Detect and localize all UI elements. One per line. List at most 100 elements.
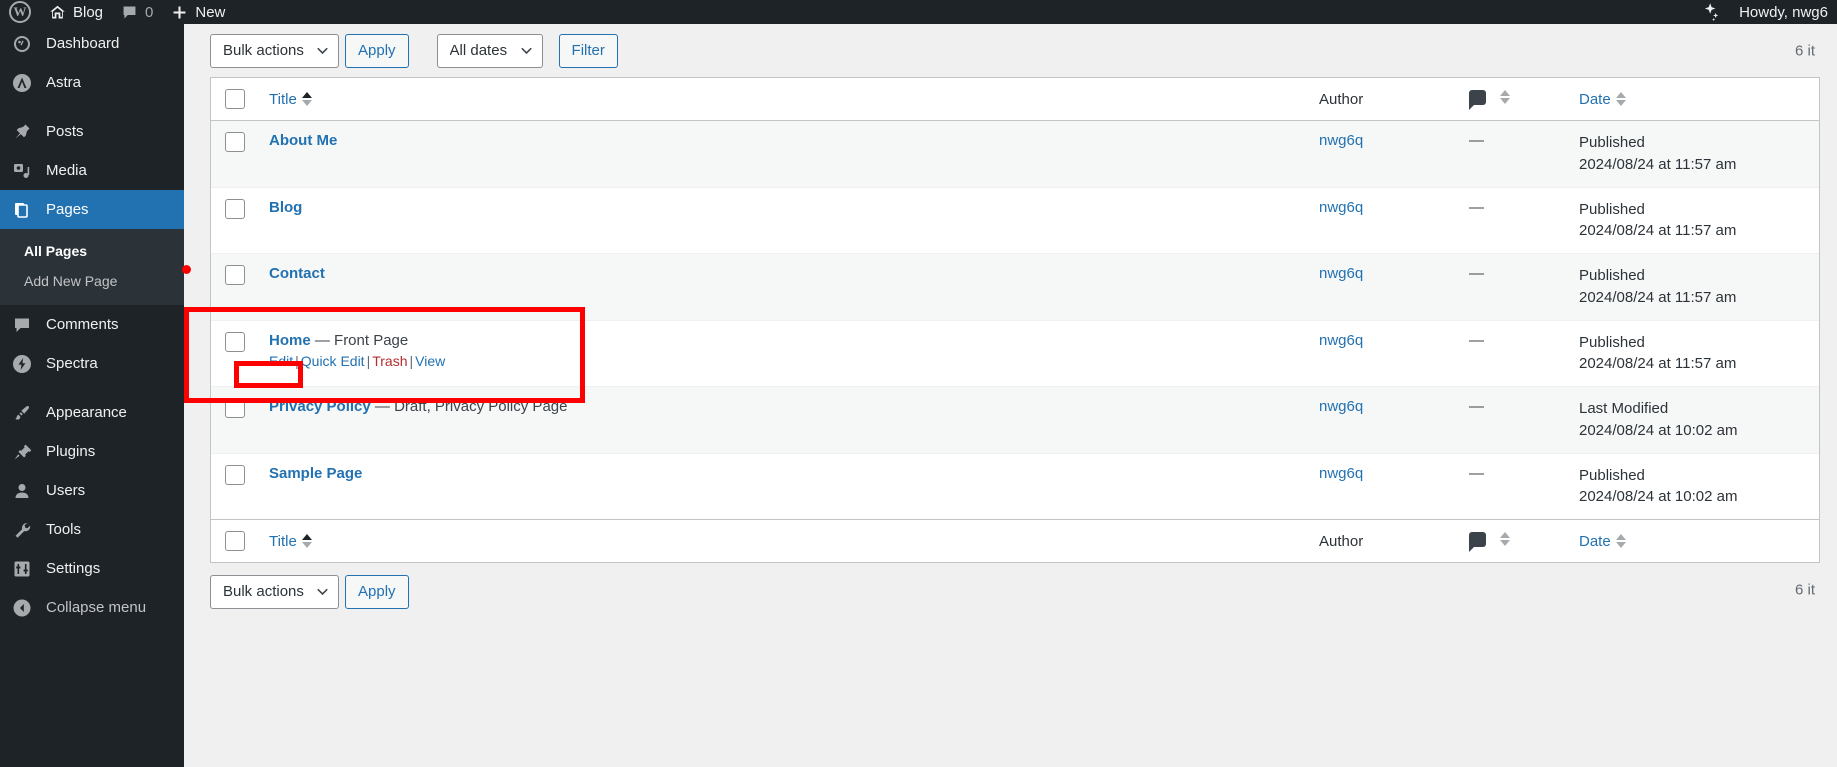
sidebar-item-label: Spectra [46,355,98,372]
row-select-checkbox[interactable] [225,265,245,285]
apply-button-bottom[interactable]: Apply [345,574,409,609]
sidebar-item-appearance[interactable]: Appearance [0,393,184,432]
sort-by-comments-link[interactable] [1469,89,1510,110]
row-select-checkbox[interactable] [225,398,245,418]
comments-count: — [1469,464,1484,482]
quick-edit-link[interactable]: Quick Edit [301,353,365,369]
sidebar-item-plugins[interactable]: Plugins [0,432,184,471]
sidebar-item-dashboard[interactable]: Dashboard [0,24,184,63]
select-all-footer [211,519,259,562]
date-status: Published [1579,200,1645,218]
view-link[interactable]: View [415,353,445,369]
row-select-checkbox[interactable] [225,198,245,219]
sidebar-item-comments[interactable]: Comments [0,305,184,344]
my-account-menu[interactable]: Howdy, nwg6 [1730,0,1837,24]
site-name-menu[interactable]: Blog [40,0,112,24]
sidebar-item-spectra[interactable]: Spectra [0,344,184,383]
new-label: New [195,3,226,21]
bulk-actions-select-wrap-top: Bulk actions [210,33,339,68]
page-title-link[interactable]: Contact [269,265,325,282]
sidebar-subitem-add-new-page[interactable]: Add New Page [0,266,184,296]
row-checkbox-cell [211,121,259,187]
filter-button[interactable]: Filter [558,33,618,68]
row-date-cell: Published 2024/08/24 at 10:02 am [1569,452,1819,520]
sidebar-item-settings[interactable]: Settings [0,549,184,588]
sort-indicator-icon [1615,534,1626,548]
page-title-link[interactable]: Privacy Policy [269,398,371,415]
author-link[interactable]: nwg6q [1319,199,1363,216]
sidebar-item-label: Tools [46,521,82,538]
author-link[interactable]: nwg6q [1319,332,1363,349]
page-state-label: — Front Page [314,331,409,349]
row-comments-cell: — [1459,319,1569,387]
action-separator: | [409,352,414,369]
author-link[interactable]: nwg6q [1319,465,1363,482]
sort-by-title-link-bottom[interactable]: Title [269,533,312,550]
apply-button-top[interactable]: Apply [345,33,409,68]
sidebar-item-tools[interactable]: Tools [0,510,184,549]
select-all-header [211,78,259,121]
table-row: Sample Page nwg6q — Published 2024/08/24… [211,452,1819,520]
sidebar-item-pages[interactable]: Pages [0,190,192,229]
page-title-link[interactable]: Sample Page [269,465,362,482]
new-content-menu[interactable]: New [162,0,234,24]
date-column-label: Date [1579,90,1611,108]
author-link[interactable]: nwg6q [1319,265,1363,282]
page-title-link[interactable]: Home [269,332,311,349]
sidebar-subitem-all-pages[interactable]: All Pages [0,236,184,266]
date-status: Published [1579,267,1645,284]
row-select-checkbox[interactable] [225,132,245,152]
row-comments-cell: — [1459,452,1569,520]
row-select-checkbox[interactable] [225,464,245,485]
table-header-row: Title Author Date [211,78,1819,121]
table-row: Contact nwg6q — Published 2024/08/24 at … [211,253,1819,320]
sidebar-item-label: Pages [46,201,89,218]
dates-filter-select[interactable]: All dates [436,33,543,68]
edit-link[interactable]: Edit [269,353,293,369]
sidebar-item-media[interactable]: Media [0,151,184,190]
author-column-header: Author [1309,78,1459,121]
title-column-label: Title [269,532,297,550]
row-checkbox-cell [211,319,259,387]
row-select-checkbox[interactable] [225,331,245,352]
trash-link[interactable]: Trash [372,353,407,369]
page-title-link[interactable]: Blog [269,199,302,216]
row-title-cell: Privacy Policy — Draft, Privacy Policy P… [259,386,1309,453]
sidebar-item-label: Appearance [46,404,127,421]
row-author-cell: nwg6q [1309,452,1459,520]
sort-by-comments-link-bottom[interactable] [1469,531,1510,552]
select-all-checkbox[interactable] [225,89,245,109]
date-column-header: Date [1569,78,1819,121]
collapse-menu-label: Collapse menu [46,599,147,616]
dates-select-wrap: All dates [436,33,543,68]
displaying-num-top: 6 it [1794,42,1815,59]
sparkle-menu[interactable] [1692,0,1730,24]
sort-indicator-icon [1500,90,1510,104]
row-author-cell: nwg6q [1309,386,1459,453]
pages-list-table: Title Author Date About Me nwg6q — Publi… [210,77,1820,563]
table-footer-row: Title Author Date [211,519,1819,562]
bulk-actions-select-top[interactable]: Bulk actions [210,33,339,68]
author-link[interactable]: nwg6q [1319,398,1363,415]
sort-by-date-link[interactable]: Date [1579,91,1626,108]
howdy-label: Howdy, nwg6 [1739,3,1828,21]
table-row: Home — Front Page Edit | Quick Edit | Trash |… [211,319,1819,387]
sidebar-item-label: Users [46,482,86,499]
comments-menu[interactable]: 0 [112,0,162,24]
sidebar-item-astra[interactable]: Astra [0,63,184,102]
wp-logo-menu[interactable] [0,0,40,24]
admin-sidebar-menu: Dashboard Astra Posts Media Pages All Pa… [0,24,192,767]
sort-by-date-link-bottom[interactable]: Date [1579,533,1626,550]
table-row: About Me nwg6q — Published 2024/08/24 at… [211,121,1819,187]
bulk-actions-select-bottom[interactable]: Bulk actions [210,574,339,609]
collapse-menu-button[interactable]: Collapse menu [0,588,184,627]
sidebar-item-users[interactable]: Users [0,471,184,510]
sidebar-item-posts[interactable]: Posts [0,112,184,151]
sort-by-title-link[interactable]: Title [269,91,312,108]
select-all-checkbox-bottom[interactable] [225,531,245,551]
row-title-cell: Sample Page [259,452,1309,520]
comments-count: — [1469,132,1484,149]
author-link[interactable]: nwg6q [1319,132,1363,149]
page-title-link[interactable]: About Me [269,132,337,149]
admin-bar: Blog 0 New Howdy, nwg6 [0,0,1837,24]
